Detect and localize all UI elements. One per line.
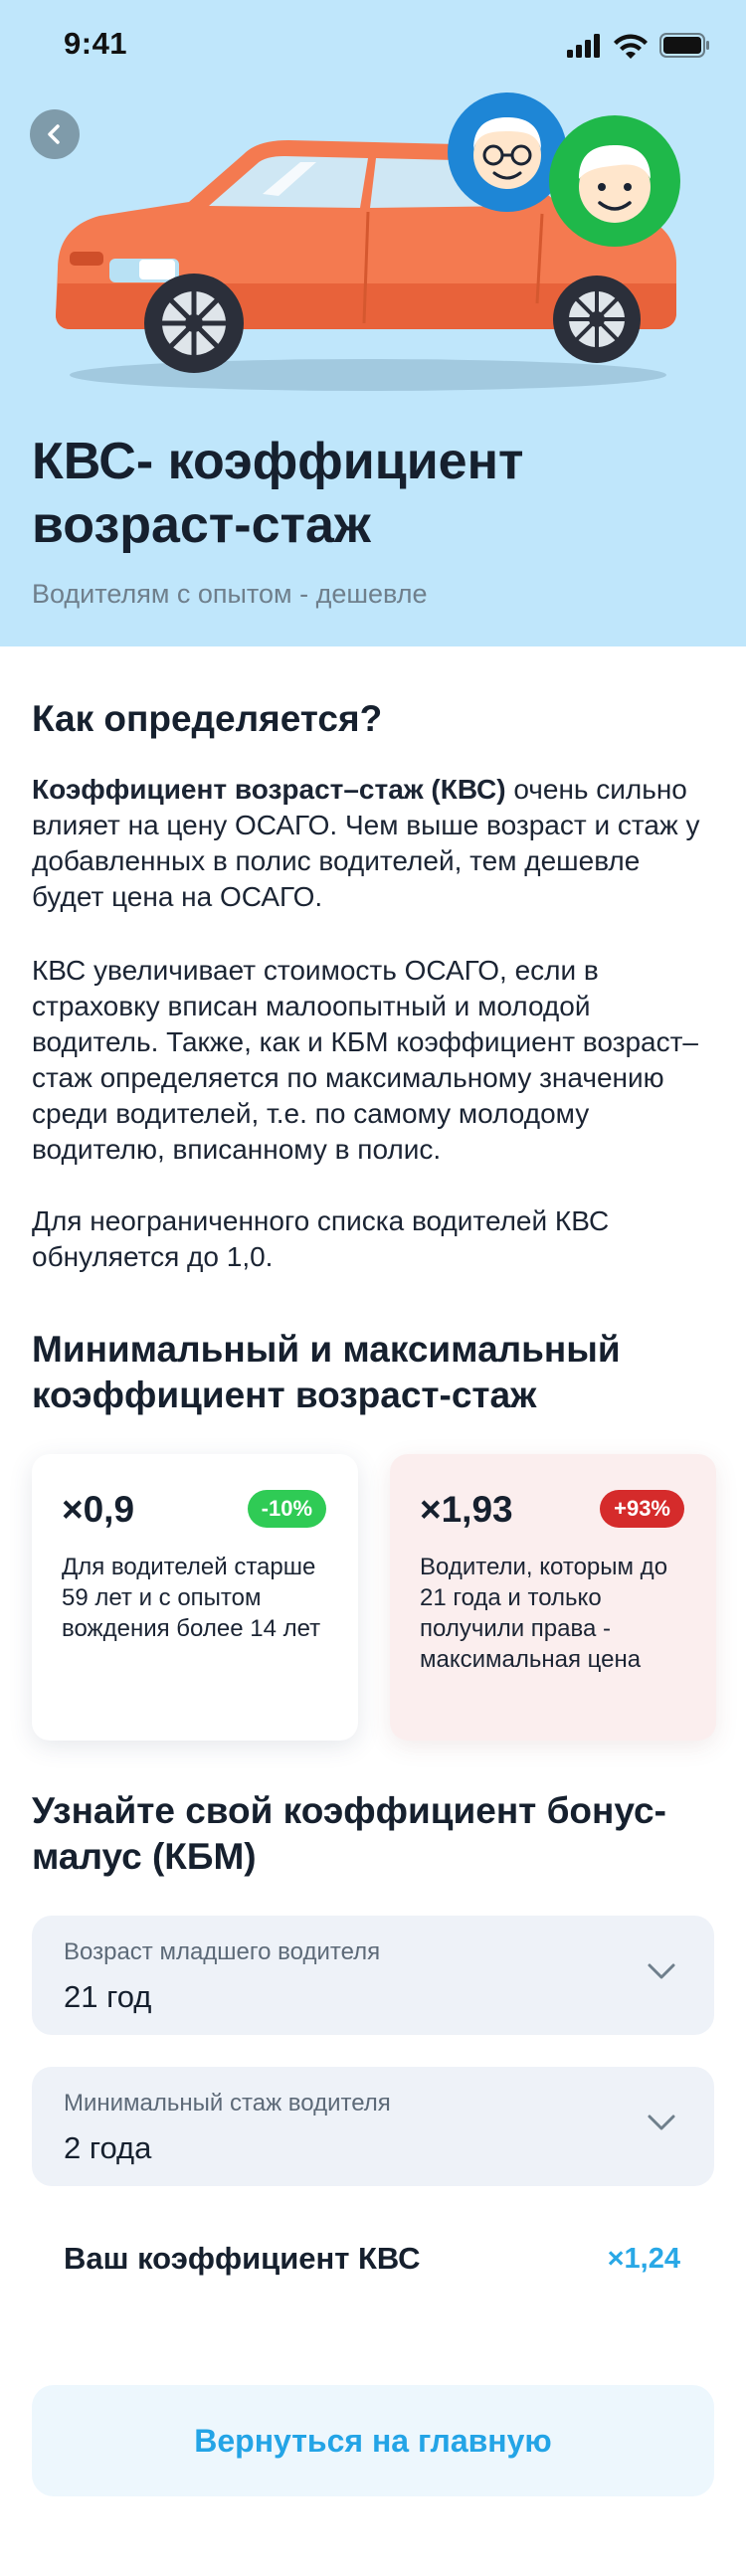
kvs-definition-bold: Коэффициент возраст–стаж (КВС) [32,774,506,805]
max-coefficient-card: ×1,93 +93% Водители, которым до 21 года … [390,1454,716,1741]
chevron-down-icon [648,1963,675,1979]
min-discount-badge: -10% [247,1490,326,1528]
kvs-result-value: ×1,24 [607,2243,680,2275]
min-coefficient-description: Для водителей старше 59 лет и с опытом в… [62,1554,321,1642]
how-section-title: Как определяется? [32,698,383,739]
youngest-driver-age-select[interactable]: Возраст младшего водителя 21 год [32,1916,714,2035]
page-subtitle: Водителям с опытом - дешевле [32,579,428,609]
status-icons [567,33,709,59]
page-title: КВС- коэффициент возраст-стаж [32,433,524,554]
chevron-down-icon [648,2115,675,2130]
kvs-result-label: Ваш коэффициент КВС [64,2241,421,2276]
min-coefficient-card: ×0,9 -10% Для водителей старше 59 лет и … [32,1454,358,1741]
age-select-value: 21 год [64,1979,152,2014]
how-paragraph-2: КВС увеличивает стоимость ОСАГО, если в … [32,955,698,1165]
wifi-icon [614,34,648,59]
signal-icon [567,34,600,58]
hero-header: 9:41 КВС- коэффициент возраст-стаж Водит… [0,0,746,646]
minmax-section-title: Минимальный и максимальный коэффициент в… [32,1329,621,1415]
status-bar: 9:41 [0,0,746,90]
max-coefficient-description: Водители, которым до 21 года и только по… [420,1554,668,1673]
min-experience-select[interactable]: Минимальный стаж водителя 2 года [32,2067,714,2186]
status-time: 9:41 [64,26,128,61]
experience-select-value: 2 года [64,2130,152,2165]
experience-select-label: Минимальный стаж водителя [64,2090,391,2116]
young-driver-avatar-icon [549,115,680,247]
how-paragraph-3: Для неограниченного списка водителей КВС… [32,1205,610,1272]
max-surcharge-badge: +93% [600,1490,684,1528]
calculator-section-title: Узнайте свой коэффициент бонус-малус (КБ… [32,1790,666,1877]
battery-icon [659,33,709,58]
how-paragraph-1: Коэффициент возраст–стаж (КВС) очень сил… [32,772,718,915]
age-select-label: Возраст младшего водителя [64,1938,381,1965]
back-to-home-button[interactable]: Вернуться на главную [32,2385,714,2496]
